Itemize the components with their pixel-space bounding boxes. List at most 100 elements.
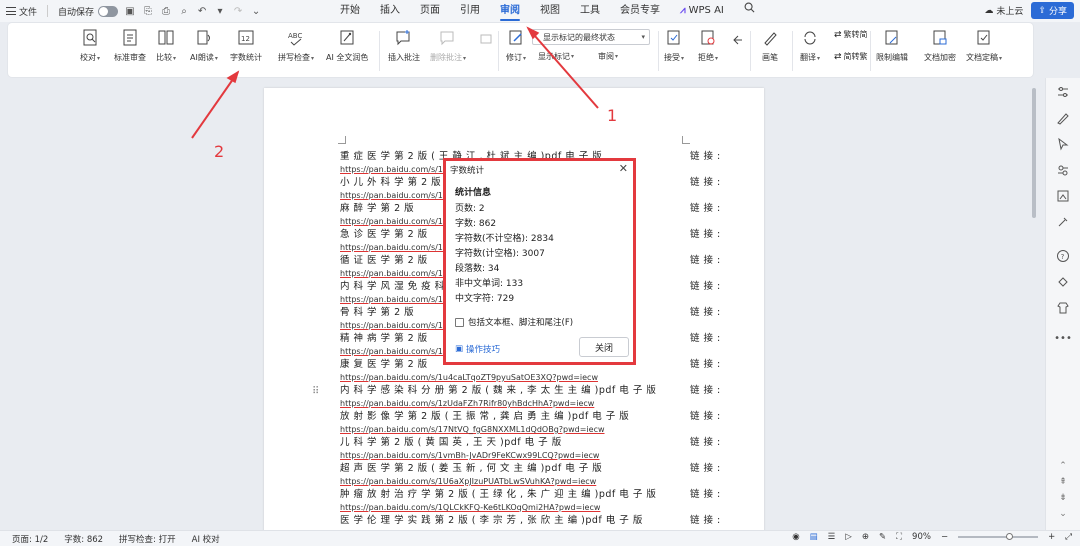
- export-pdf-icon[interactable]: ⎘: [142, 5, 154, 17]
- tips-link[interactable]: ▣ 操作技巧: [455, 343, 500, 355]
- share-button[interactable]: ⇪ 分享: [1031, 2, 1074, 19]
- settings-sliders-icon[interactable]: [1055, 84, 1071, 100]
- accept-button[interactable]: 接受▾: [664, 27, 684, 63]
- tab-review[interactable]: 审阅: [490, 0, 530, 22]
- tools-icon[interactable]: [1055, 214, 1071, 230]
- web-view-icon[interactable]: ⊕: [862, 532, 869, 542]
- zoom-out-icon[interactable]: −: [941, 532, 948, 542]
- scrollbar-thumb[interactable]: [1032, 88, 1036, 218]
- review-pane-button[interactable]: 审阅 ▾: [598, 51, 618, 62]
- status-spell[interactable]: 拼写检查: 打开: [119, 533, 176, 545]
- ai-read-label: AI朗读: [190, 53, 214, 62]
- insert-comment-icon: [394, 27, 414, 49]
- autosave-control[interactable]: 自动保存: [58, 5, 119, 18]
- checkbox-box[interactable]: [455, 317, 464, 327]
- more-icon[interactable]: •••: [1054, 330, 1072, 346]
- standard-review-button[interactable]: 标准审查: [114, 27, 146, 63]
- status-page[interactable]: 页面: 1/2: [12, 533, 48, 545]
- include-textbox-checkbox[interactable]: 包括文本框、脚注和尾注(F): [455, 316, 573, 328]
- scroll-up-icon[interactable]: ⌃: [1055, 458, 1071, 474]
- shirt-icon[interactable]: [1055, 300, 1071, 316]
- tab-page[interactable]: 页面: [410, 0, 450, 22]
- customize-dropdown-icon[interactable]: ⌄: [250, 5, 262, 17]
- tab-references[interactable]: 引用: [450, 0, 490, 22]
- autosave-toggle[interactable]: [98, 5, 119, 17]
- doc-link-label: 链 接 :: [690, 203, 721, 214]
- page-view-icon[interactable]: ▤: [810, 532, 818, 542]
- translate-button[interactable]: 翻译▾: [800, 27, 820, 63]
- tab-home[interactable]: 开始: [330, 0, 370, 22]
- revise-button[interactable]: 修订▾: [506, 27, 526, 63]
- tab-insert[interactable]: 插入: [370, 0, 410, 22]
- prev-change-icon[interactable]: [728, 29, 748, 51]
- tab-wps-ai[interactable]: ⩘ WPS AI: [670, 0, 734, 22]
- tab-member[interactable]: 会员专享: [610, 0, 670, 22]
- redo-icon[interactable]: ↷: [232, 5, 244, 17]
- eye-icon[interactable]: ◉: [792, 532, 799, 542]
- print-preview-icon[interactable]: ⌕: [178, 5, 190, 17]
- save-icon[interactable]: ▣: [124, 5, 136, 17]
- doc-link-label: [690, 501, 764, 514]
- zoom-slider[interactable]: [958, 533, 1039, 540]
- doc-link-line[interactable]: https://pan.baidu.com/s/17NtVQ_fgG8NXXML…: [340, 423, 690, 436]
- zoom-in-icon[interactable]: +: [1048, 532, 1055, 542]
- delete-comment-button[interactable]: 删除批注▾: [430, 27, 466, 63]
- cloud-status[interactable]: ☁ 未上云: [984, 4, 1023, 18]
- ai-polish-button[interactable]: AI 全文润色: [326, 27, 368, 63]
- compare-button[interactable]: 比较▾: [156, 27, 176, 63]
- pen-mode-icon[interactable]: ✎: [879, 532, 886, 542]
- doc-link-line[interactable]: https://pan.baidu.com/s/1zUdaFZh7Rifr80y…: [340, 397, 690, 410]
- close-button[interactable]: 关闭: [579, 337, 629, 357]
- right-tool-rail: ? ••• ⌃ ⇞ ⇟ ⌄: [1045, 78, 1080, 530]
- scroll-down-icon[interactable]: ⌄: [1055, 506, 1071, 522]
- print-icon[interactable]: ⎙: [160, 5, 172, 17]
- doc-finalize-icon: [974, 27, 994, 49]
- pointer-icon[interactable]: [1055, 136, 1071, 152]
- restrict-edit-button[interactable]: 限制编辑: [876, 27, 908, 63]
- word-count-button[interactable]: 12 字数统计: [230, 27, 262, 63]
- doc-encrypt-button[interactable]: 文档加密: [924, 27, 956, 63]
- pen-tool-icon[interactable]: [1055, 110, 1071, 126]
- share-doc-icon[interactable]: [1055, 274, 1071, 290]
- doc-link-line[interactable]: https://pan.baidu.com/s/1U6aXpJIzuPUATbL…: [340, 475, 690, 488]
- ink-button[interactable]: 画笔: [760, 27, 780, 63]
- ai-read-button[interactable]: AI朗读▾: [190, 27, 218, 63]
- file-menu-button[interactable]: 文件: [6, 5, 37, 18]
- close-icon[interactable]: ✕: [619, 162, 628, 175]
- fit-icon[interactable]: ⛶: [896, 532, 902, 542]
- doc-link-line[interactable]: https://pan.baidu.com/s/1vmBh-JvADr9FeKC…: [340, 449, 690, 462]
- show-markup-button[interactable]: 显示标记 ▾: [538, 51, 574, 62]
- insert-comment-button[interactable]: 插入批注: [388, 27, 420, 63]
- search-button[interactable]: [734, 0, 765, 22]
- status-ai-proof[interactable]: AI 校对: [192, 533, 220, 545]
- play-icon: ▣: [455, 344, 464, 354]
- page-up-icon[interactable]: ⇞: [1055, 474, 1071, 490]
- undo-icon[interactable]: ↶: [196, 5, 208, 17]
- doc-link-line[interactable]: https://pan.baidu.com/s/1u4caLTqoZT9pyuS…: [340, 371, 690, 384]
- outline-view-icon[interactable]: ☰: [828, 532, 836, 542]
- reject-button[interactable]: 拒绝▾: [698, 27, 718, 63]
- adjust-icon[interactable]: [1055, 162, 1071, 178]
- page-down-icon[interactable]: ⇟: [1055, 490, 1071, 506]
- doc-link-line[interactable]: https://pan.baidu.com/s/1QLCkKFQ-Ke6tLKO…: [340, 501, 690, 514]
- image-edit-icon[interactable]: [1055, 188, 1071, 204]
- doc-finalize-button[interactable]: 文档定稿▾: [966, 27, 1002, 63]
- to-traditional-button[interactable]: ⇄ 繁转简: [834, 29, 868, 40]
- drag-handle-icon[interactable]: ⠿: [312, 386, 319, 397]
- tab-view[interactable]: 视图: [530, 0, 570, 22]
- to-simplified-button[interactable]: ⇄ 简转繁: [834, 51, 868, 62]
- zoom-slider-knob[interactable]: [1006, 533, 1014, 540]
- tab-tools[interactable]: 工具: [570, 0, 610, 22]
- prev-comment-icon[interactable]: [476, 29, 496, 51]
- zoom-value[interactable]: 90%: [912, 532, 931, 542]
- vertical-scrollbar[interactable]: [1030, 78, 1042, 530]
- undo-dropdown-icon[interactable]: ▾: [214, 5, 226, 17]
- help-icon[interactable]: ?: [1055, 248, 1071, 264]
- proofread-button[interactable]: 校对▾: [80, 27, 100, 63]
- read-mode-icon[interactable]: ▷: [845, 532, 852, 542]
- status-words[interactable]: 字数: 862: [64, 533, 103, 545]
- fullscreen-icon[interactable]: ⤢: [1065, 532, 1072, 542]
- spell-check-button[interactable]: ABC 拼写检查▾: [278, 27, 314, 63]
- markup-state-select[interactable]: 显示标记的最终状态 ▾: [532, 29, 650, 45]
- document-text-right[interactable]: 链 接 : 链 接 : 链 接 : 链 接 : 链 接 : 链 接 : 链 接 : 链 接 :…: [690, 150, 764, 527]
